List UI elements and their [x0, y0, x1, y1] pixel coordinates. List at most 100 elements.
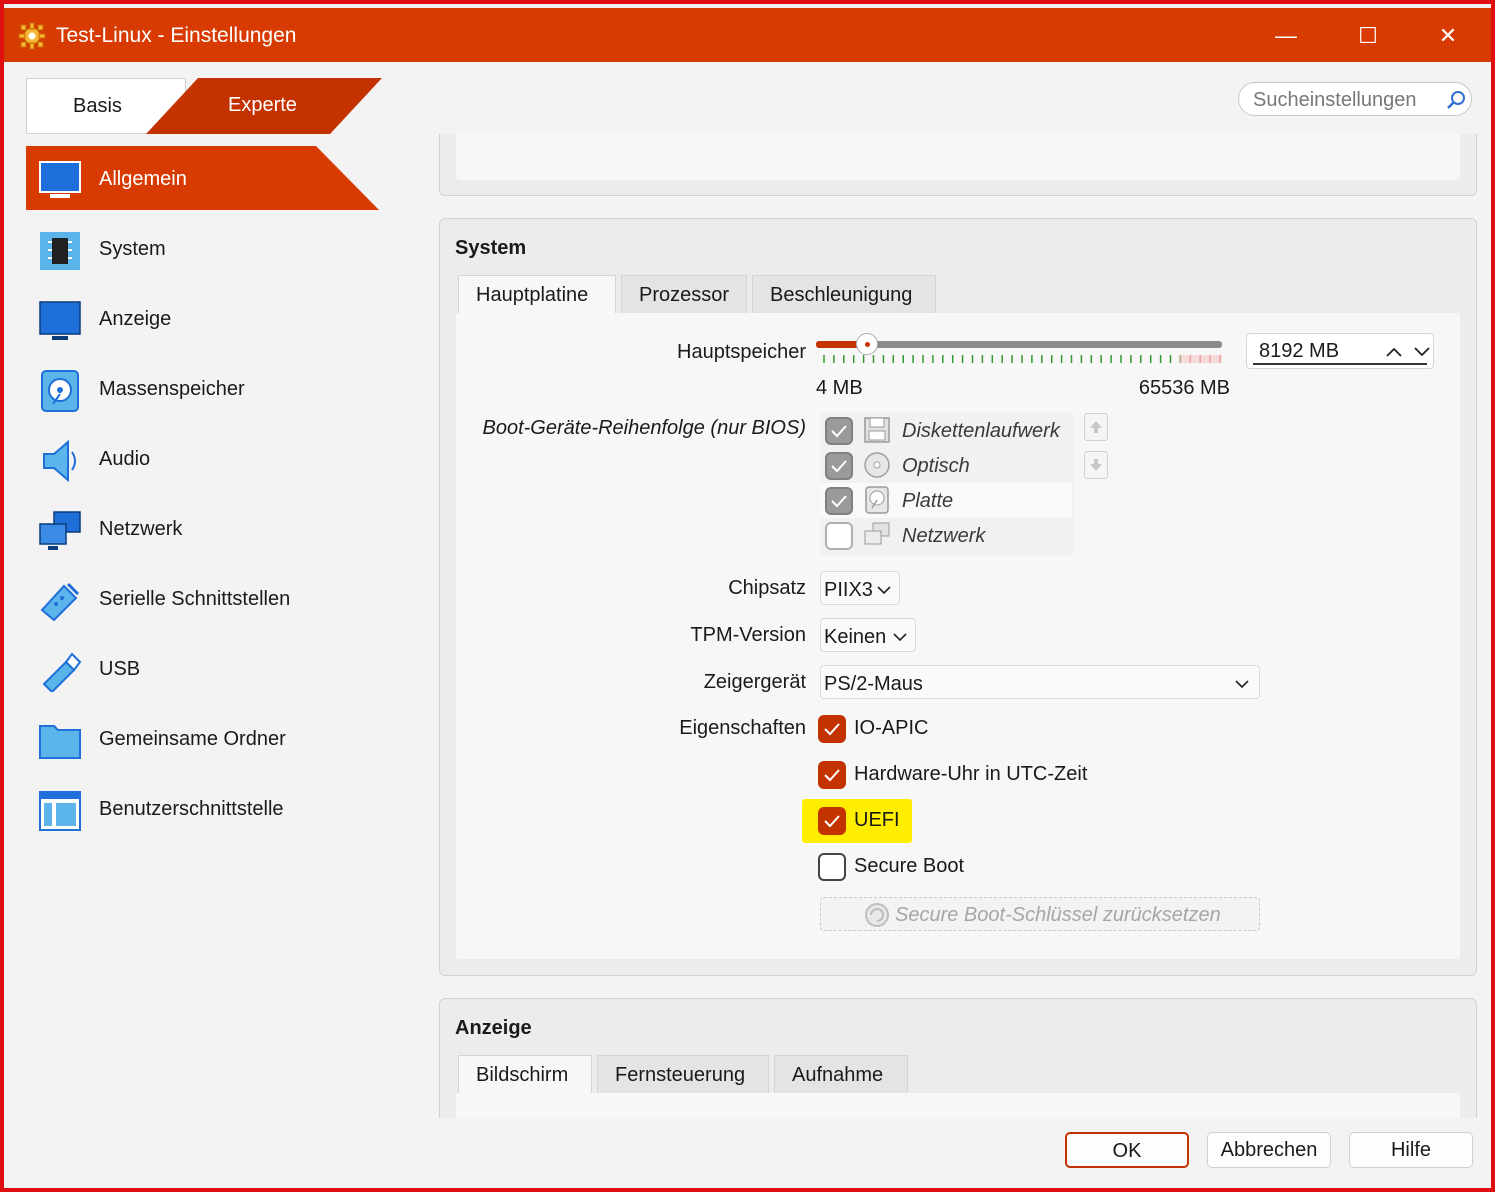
sidebar-item-label: Gemeinsame Ordner [99, 728, 286, 750]
reset-icon [865, 903, 889, 927]
network-icon [864, 522, 890, 545]
boot-device-label: Optisch [902, 455, 970, 477]
hard-disk-icon [865, 486, 889, 514]
features-label: Eigenschaften [679, 717, 806, 739]
sidebar-item-label: Serielle Schnittstellen [99, 588, 291, 610]
cancel-button[interactable]: Abbrechen [1207, 1132, 1331, 1168]
sidebar-item-massenspeicher[interactable]: Massenspeicher [26, 356, 386, 426]
boot-device-label: Platte [902, 490, 954, 512]
title-bar: Test-Linux - Einstellungen — ☐ ✕ [4, 8, 1491, 62]
minimize-button[interactable]: — [1266, 16, 1306, 56]
memory-spinbox[interactable]: 8192 MB [1246, 333, 1434, 369]
serial-port-icon [40, 582, 80, 622]
uefi-checkbox[interactable] [818, 807, 846, 835]
sidebar-item-serielle-schnittstellen[interactable]: Serielle Schnittstellen [26, 566, 386, 636]
sidebar-item-audio[interactable]: Audio [26, 426, 386, 496]
utc-clock-checkbox[interactable] [818, 761, 846, 789]
hauptplatine-tab-body: Hauptspeicher 4 MB 65536 MB 8192 MB Boot… [456, 313, 1460, 959]
boot-device-disk[interactable]: Platte [820, 483, 1072, 518]
sidebar-item-label: Anzeige [99, 308, 172, 330]
sidebar-item-label: Massenspeicher [99, 378, 245, 400]
tab-fernsteuerung[interactable]: Fernsteuerung [597, 1055, 769, 1093]
secure-boot-label: Secure Boot [854, 855, 965, 877]
mode-switch: Basis Experte [26, 78, 382, 134]
secure-boot-checkbox[interactable] [818, 853, 846, 881]
network-icon [39, 511, 81, 550]
system-panel-title: System [455, 237, 527, 259]
sidebar-item-allgemein[interactable]: Allgemein [26, 146, 386, 212]
ui-layout-icon [39, 791, 81, 831]
boot-device-checkbox[interactable] [825, 452, 853, 480]
chevron-down-icon[interactable] [1413, 346, 1431, 358]
sidebar-item-usb[interactable]: USB [26, 636, 386, 706]
sidebar-item-benutzerschnittstelle[interactable]: Benutzerschnittstelle [26, 776, 386, 846]
display-icon [39, 301, 81, 340]
boot-order-list[interactable]: Diskettenlaufwerk Optisch Platte Netzwer… [820, 413, 1074, 555]
utc-clock-label: Hardware-Uhr in UTC-Zeit [854, 763, 1088, 785]
boot-order-label: Boot-Geräte-Reihenfolge (nur BIOS) [482, 417, 807, 439]
anzeige-panel-title: Anzeige [455, 1017, 532, 1039]
memory-min-label: 4 MB [816, 377, 863, 399]
boot-device-checkbox[interactable] [825, 522, 853, 550]
sidebar: Allgemein System Anzeige Massenspeicher … [26, 146, 386, 846]
sidebar-item-netzwerk[interactable]: Netzwerk [26, 496, 386, 566]
boot-device-label: Diskettenlaufwerk [902, 420, 1060, 442]
chevron-down-icon [893, 633, 907, 642]
boot-device-checkbox[interactable] [825, 487, 853, 515]
maximize-button[interactable]: ☐ [1348, 16, 1388, 56]
arrow-up-icon [1090, 421, 1102, 433]
sidebar-item-anzeige[interactable]: Anzeige [26, 286, 386, 356]
memory-max-label: 65536 MB [1138, 377, 1230, 399]
search-input[interactable] [1253, 87, 1443, 113]
ok-button[interactable]: OK [1065, 1132, 1189, 1168]
search-box [1238, 82, 1472, 116]
memory-label: Hauptspeicher [677, 341, 806, 363]
pointer-value: PS/2-Maus [824, 673, 923, 695]
sidebar-item-label: Allgemein [99, 168, 187, 190]
tpm-select[interactable]: Keinen [820, 618, 916, 652]
folder-icon [39, 725, 81, 759]
tab-prozessor[interactable]: Prozessor [621, 275, 747, 313]
chipset-label: Chipsatz [728, 577, 806, 599]
arrow-down-icon [1090, 459, 1102, 471]
chipset-select[interactable]: PIIX3 [820, 571, 900, 605]
disk-icon [41, 370, 79, 412]
sidebar-item-label: USB [99, 658, 141, 680]
boot-device-checkbox[interactable] [825, 417, 853, 445]
move-down-button[interactable] [1084, 451, 1108, 479]
sidebar-item-system[interactable]: System [26, 216, 386, 286]
usb-icon [42, 652, 82, 692]
sidebar-item-gemeinsame-ordner[interactable]: Gemeinsame Ordner [26, 706, 386, 776]
system-panel: System Hauptplatine Prozessor Beschleuni… [439, 218, 1477, 976]
io-apic-checkbox[interactable] [818, 715, 846, 743]
chip-icon [40, 232, 80, 270]
tab-beschleunigung[interactable]: Beschleunigung [752, 275, 936, 313]
tab-aufnahme[interactable]: Aufnahme [774, 1055, 908, 1093]
boot-device-optical[interactable]: Optisch [820, 448, 1072, 483]
move-up-button[interactable] [1084, 413, 1108, 441]
memory-slider-thumb[interactable] [856, 333, 878, 355]
help-button[interactable]: Hilfe [1349, 1132, 1473, 1168]
tab-bildschirm[interactable]: Bildschirm [458, 1055, 592, 1093]
boot-device-network[interactable]: Netzwerk [820, 518, 1072, 553]
pointer-select[interactable]: PS/2-Maus [820, 665, 1260, 699]
reset-secure-boot-keys-button[interactable]: Secure Boot-Schlüssel zurücksetzen [820, 897, 1260, 931]
gear-icon [18, 22, 46, 50]
search-icon[interactable] [1445, 89, 1467, 111]
optical-disc-icon [864, 452, 890, 478]
tpm-value: Keinen [824, 626, 887, 648]
io-apic-label: IO-APIC [854, 717, 929, 739]
chevron-up-icon[interactable] [1385, 346, 1403, 358]
chevron-down-icon [877, 586, 891, 595]
reset-secure-boot-keys-label: Secure Boot-Schlüssel zurücksetzen [895, 904, 1221, 926]
boot-device-label: Netzwerk [902, 525, 986, 547]
close-button[interactable]: ✕ [1428, 16, 1468, 56]
monitor-icon [39, 161, 81, 198]
chevron-down-icon [1235, 680, 1249, 689]
anzeige-panel: Anzeige Bildschirm Fernsteuerung Aufnahm… [439, 998, 1477, 1128]
tab-hauptplatine[interactable]: Hauptplatine [458, 275, 616, 313]
memory-value: 8192 MB [1259, 340, 1340, 362]
tpm-label: TPM-Version [690, 624, 806, 646]
boot-device-floppy[interactable]: Diskettenlaufwerk [820, 413, 1072, 448]
sidebar-item-label: System [99, 238, 166, 260]
